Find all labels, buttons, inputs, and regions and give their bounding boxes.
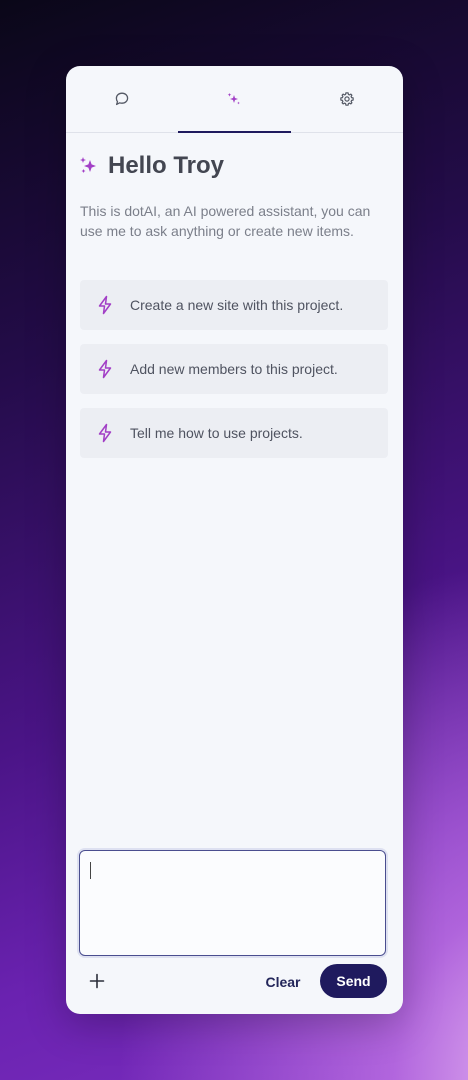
suggestion-add-members[interactable]: Add new members to this project. bbox=[80, 344, 388, 394]
text-caret bbox=[90, 862, 91, 879]
sparkles-icon bbox=[228, 93, 241, 105]
suggestion-list: Create a new site with this project. Add… bbox=[80, 280, 388, 472]
suggestion-label: Tell me how to use projects. bbox=[130, 425, 303, 441]
message-input-container bbox=[79, 850, 386, 956]
tab-assistant[interactable] bbox=[178, 66, 291, 133]
gear-icon bbox=[340, 92, 354, 106]
suggestion-create-site[interactable]: Create a new site with this project. bbox=[80, 280, 388, 330]
message-input[interactable] bbox=[80, 851, 385, 955]
greeting: Hello Troy bbox=[79, 152, 224, 180]
intro-text: This is dotAI, an AI powered assistant, … bbox=[80, 203, 371, 239]
input-footer: Clear Send bbox=[66, 964, 403, 1000]
assistant-panel: Hello Troy This is dotAI, an AI powered … bbox=[66, 66, 403, 1014]
suggestion-label: Add new members to this project. bbox=[130, 361, 338, 377]
lightning-bolt-icon bbox=[98, 423, 112, 443]
send-button[interactable]: Send bbox=[320, 964, 387, 998]
page-title: Hello Troy bbox=[108, 152, 225, 179]
tab-chat[interactable] bbox=[66, 66, 178, 132]
clear-button[interactable]: Clear bbox=[254, 968, 312, 996]
suggestion-how-to-use[interactable]: Tell me how to use projects. bbox=[80, 408, 388, 458]
sparkles-icon bbox=[80, 157, 96, 173]
tab-bar bbox=[66, 66, 403, 133]
suggestion-label: Create a new site with this project. bbox=[130, 297, 344, 313]
plus-icon bbox=[89, 973, 105, 989]
lightning-bolt-icon bbox=[98, 359, 112, 379]
lightning-bolt-icon bbox=[98, 295, 112, 315]
add-button[interactable] bbox=[86, 970, 108, 992]
tab-settings[interactable] bbox=[291, 66, 403, 132]
chat-bubble-icon bbox=[115, 92, 129, 106]
